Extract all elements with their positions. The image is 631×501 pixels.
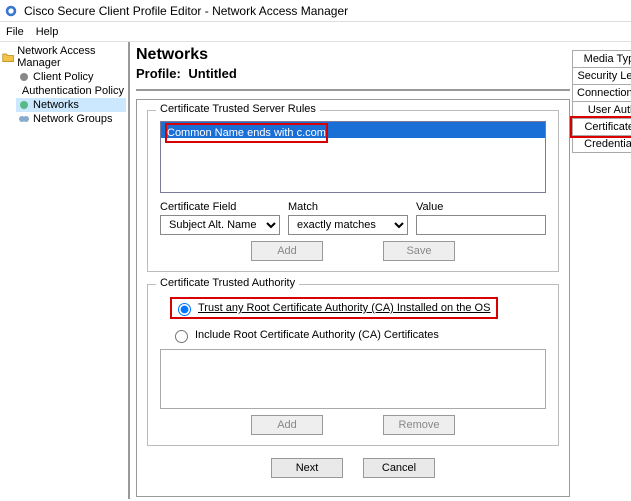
match-label: Match bbox=[288, 201, 408, 213]
rule-text: Common Name ends with c.com bbox=[165, 123, 328, 143]
rules-group: Certificate Trusted Server Rules Common … bbox=[147, 110, 559, 272]
right-tabs: Media Type Security Level Connection Typ… bbox=[572, 44, 631, 497]
radio-include-ca-input[interactable] bbox=[175, 330, 188, 343]
ca-group-title: Certificate Trusted Authority bbox=[156, 277, 299, 289]
page-title: Networks bbox=[136, 46, 570, 64]
cert-field-label: Certificate Field bbox=[160, 201, 280, 213]
ca-remove-button[interactable]: Remove bbox=[383, 415, 455, 435]
profile-label: Profile: bbox=[136, 66, 181, 81]
cert-field-select[interactable]: Subject Alt. Name bbox=[160, 215, 280, 235]
tree-root-label: Network Access Manager bbox=[17, 45, 126, 69]
sidebar: Network Access Manager Client Policy Aut… bbox=[0, 42, 130, 499]
window-title: Cisco Secure Client Profile Editor - Net… bbox=[24, 4, 348, 18]
sidebar-item-networks[interactable]: Networks bbox=[16, 98, 126, 112]
sidebar-item-label: Client Policy bbox=[33, 71, 94, 83]
next-button[interactable]: Next bbox=[271, 458, 343, 478]
profile-value: Untitled bbox=[188, 66, 236, 81]
radio-include-ca-label: Include Root Certificate Authority (CA) … bbox=[195, 329, 439, 341]
cancel-button[interactable]: Cancel bbox=[363, 458, 435, 478]
group-icon bbox=[18, 113, 30, 125]
sidebar-item-network-groups[interactable]: Network Groups bbox=[16, 112, 126, 126]
tab-certificates[interactable]: Certificates bbox=[572, 118, 631, 136]
sidebar-item-label: Network Groups bbox=[33, 113, 112, 125]
radio-trust-os-label: Trust any Root Certificate Authority (CA… bbox=[198, 302, 490, 314]
tab-user-auth[interactable]: User Auth bbox=[572, 101, 631, 119]
rules-add-button[interactable]: Add bbox=[251, 241, 323, 261]
tree-root[interactable]: Network Access Manager bbox=[2, 44, 126, 70]
menu-help[interactable]: Help bbox=[36, 26, 59, 38]
sidebar-item-client-policy[interactable]: Client Policy bbox=[16, 70, 126, 84]
radio-trust-os-input[interactable] bbox=[178, 303, 191, 316]
value-label: Value bbox=[416, 201, 546, 213]
rule-row[interactable]: Common Name ends with c.com bbox=[161, 122, 545, 138]
ca-list[interactable] bbox=[160, 349, 546, 409]
match-select[interactable]: exactly matches bbox=[288, 215, 408, 235]
tab-credentials[interactable]: Credentials bbox=[572, 135, 631, 153]
app-icon bbox=[4, 4, 18, 18]
network-icon bbox=[18, 99, 30, 111]
rules-save-button[interactable]: Save bbox=[383, 241, 455, 261]
menu-file[interactable]: File bbox=[6, 26, 24, 38]
sidebar-item-auth-policy[interactable]: Authentication Policy bbox=[16, 84, 126, 98]
radio-include-ca[interactable]: Include Root Certificate Authority (CA) … bbox=[170, 327, 546, 343]
tab-connection-type[interactable]: Connection Type bbox=[572, 84, 631, 102]
sidebar-item-label: Networks bbox=[33, 99, 79, 111]
sidebar-item-label: Authentication Policy bbox=[22, 85, 124, 97]
rules-list[interactable]: Common Name ends with c.com bbox=[160, 121, 546, 193]
radio-trust-os[interactable]: Trust any Root Certificate Authority (CA… bbox=[170, 297, 498, 319]
folder-icon bbox=[2, 51, 14, 63]
gear-icon bbox=[18, 71, 30, 83]
ca-group: Certificate Trusted Authority Trust any … bbox=[147, 284, 559, 446]
value-input[interactable] bbox=[416, 215, 546, 235]
tab-media-type[interactable]: Media Type bbox=[572, 50, 631, 68]
titlebar: Cisco Secure Client Profile Editor - Net… bbox=[0, 0, 631, 22]
menubar: File Help bbox=[0, 22, 631, 42]
rules-group-title: Certificate Trusted Server Rules bbox=[156, 103, 320, 115]
page-header: Networks Profile: Untitled bbox=[136, 44, 570, 91]
tab-security-level[interactable]: Security Level bbox=[572, 67, 631, 85]
ca-add-button[interactable]: Add bbox=[251, 415, 323, 435]
doc-icon bbox=[18, 85, 19, 97]
